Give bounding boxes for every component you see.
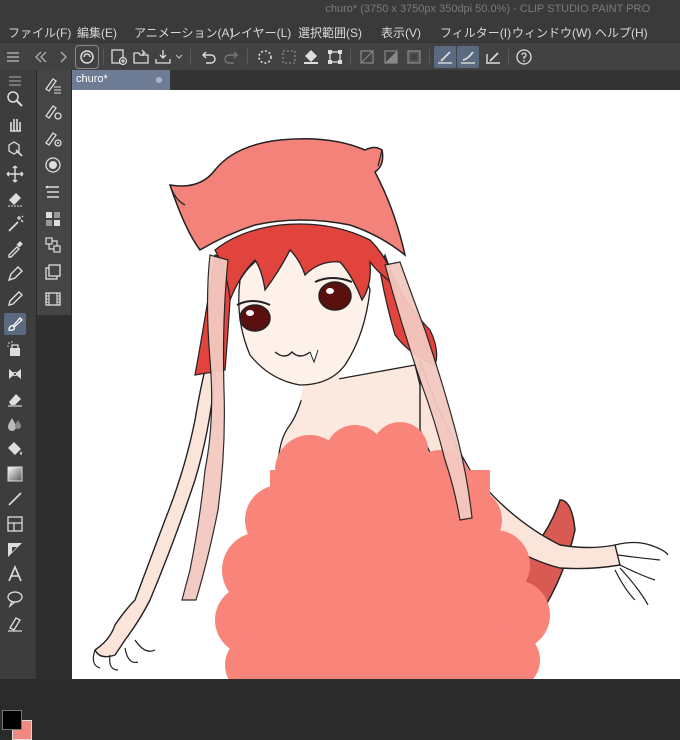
zoom-icon[interactable] [4, 88, 26, 110]
special-ruler-snap-icon[interactable] [457, 46, 479, 68]
sub-tool-palette [37, 70, 72, 315]
fill-selection-icon[interactable] [380, 46, 402, 68]
balloon-icon[interactable] [4, 588, 26, 610]
ruler-icon[interactable] [4, 538, 26, 560]
auto-select-icon[interactable] [4, 213, 26, 235]
menu-window[interactable]: ウィンドウ(W) [512, 24, 591, 41]
menu-animation[interactable]: アニメーション(A) [134, 24, 234, 41]
navigator-icon[interactable] [42, 154, 64, 176]
brush-settings-icon[interactable] [42, 101, 64, 123]
new-canvas-icon[interactable] [108, 46, 130, 68]
color-set-icon[interactable] [42, 208, 64, 230]
deselect-icon[interactable] [278, 46, 300, 68]
window-title: churo* (3750 x 3750px 350dpi 50.0%) - CL… [325, 3, 650, 15]
menu-bar: ファイル(F) 編集(E) アニメーション(A) レイヤー(L) 選択範囲(S)… [0, 20, 680, 42]
chevron-down-icon[interactable] [172, 46, 186, 68]
menu-help[interactable]: ヘルプ(H) [595, 24, 648, 41]
airbrush-icon[interactable] [4, 338, 26, 360]
double-chevron-left-icon[interactable] [30, 46, 52, 68]
main-color-swatch[interactable] [2, 710, 22, 730]
canvas-tab-bar: churo* [72, 70, 680, 90]
separator [429, 49, 430, 65]
correct-line-icon[interactable] [4, 613, 26, 635]
tab-label: churo* [76, 73, 108, 85]
tool-palette [0, 70, 37, 740]
fill-icon[interactable] [300, 46, 322, 68]
blend-icon[interactable] [4, 413, 26, 435]
separator [190, 49, 191, 65]
pen-settings-icon[interactable] [42, 74, 64, 96]
clip-studio-icon[interactable] [75, 45, 99, 69]
decoration-icon[interactable] [4, 363, 26, 385]
layer-icon[interactable] [42, 261, 64, 283]
redo-icon[interactable] [221, 46, 243, 68]
eraser-icon[interactable] [4, 388, 26, 410]
separator [350, 49, 351, 65]
menu-view[interactable]: 表示(V) [381, 24, 421, 41]
menu-layer[interactable]: レイヤー(L) [229, 24, 291, 41]
ruler-snap-icon[interactable] [434, 46, 456, 68]
timeline-icon[interactable] [42, 288, 64, 310]
collapse-icon[interactable] [2, 46, 24, 68]
save-icon[interactable] [152, 46, 174, 68]
operation-icon[interactable] [4, 138, 26, 160]
invert-selection-icon[interactable] [403, 46, 425, 68]
grid-snap-icon[interactable] [482, 46, 504, 68]
stabilizer-icon[interactable] [42, 128, 64, 150]
menu-edit[interactable]: 編集(E) [77, 24, 117, 41]
chevron-right-icon[interactable] [52, 46, 74, 68]
material-icon[interactable] [42, 234, 64, 256]
fill-bucket-icon[interactable] [4, 438, 26, 460]
command-bar [0, 42, 680, 72]
undo-icon[interactable] [197, 46, 219, 68]
selection-area-icon[interactable] [4, 188, 26, 210]
drawing-canvas[interactable] [72, 90, 680, 679]
menu-filter[interactable]: フィルター(I) [440, 24, 511, 41]
title-bar: churo* (3750 x 3750px 350dpi 50.0%) - CL… [0, 0, 680, 20]
figure-line-icon[interactable] [4, 488, 26, 510]
transform-icon[interactable] [324, 46, 346, 68]
clear-icon[interactable] [356, 46, 378, 68]
pen-icon[interactable] [4, 263, 26, 285]
frame-border-icon[interactable] [4, 513, 26, 535]
separator [103, 49, 104, 65]
select-all-icon[interactable] [254, 46, 276, 68]
separator [247, 49, 248, 65]
artwork-illustration [92, 138, 669, 679]
menu-file[interactable]: ファイル(F) [8, 24, 71, 41]
empty-panel-area [37, 315, 72, 679]
menu-selection[interactable]: 選択範囲(S) [298, 24, 362, 41]
separator [508, 49, 509, 65]
help-icon[interactable] [513, 46, 535, 68]
hand-icon[interactable] [4, 113, 26, 135]
tab-churo[interactable]: churo* [72, 70, 170, 90]
gradient-icon[interactable] [4, 463, 26, 485]
layer-property-icon[interactable] [42, 181, 64, 203]
open-icon[interactable] [130, 46, 152, 68]
eyedropper-icon[interactable] [4, 238, 26, 260]
close-tab-icon[interactable] [156, 77, 162, 83]
text-icon[interactable] [4, 563, 26, 585]
brush-icon[interactable] [4, 313, 26, 335]
pencil-icon[interactable] [4, 288, 26, 310]
move-layer-icon[interactable] [4, 163, 26, 185]
